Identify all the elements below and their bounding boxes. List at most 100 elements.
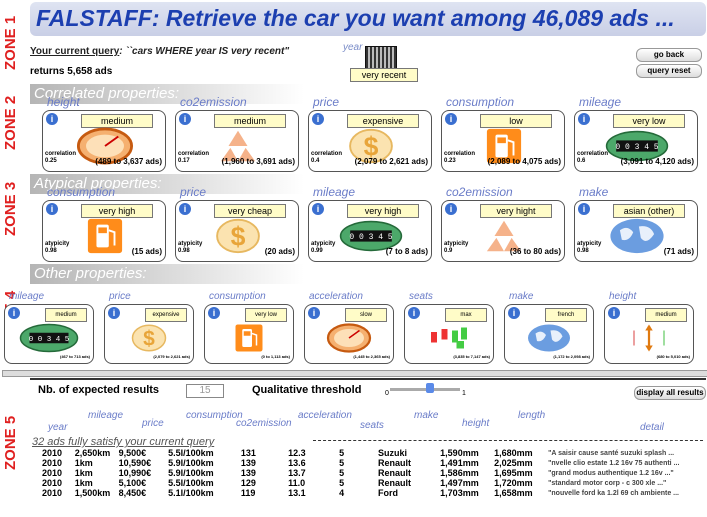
other-card-make[interactable]: make i french (1,172 to 2,098 ads) bbox=[504, 291, 594, 364]
info-icon[interactable]: i bbox=[108, 307, 120, 319]
other-value[interactable]: very low bbox=[245, 308, 287, 322]
column-header-acceleration[interactable]: acceleration bbox=[298, 410, 352, 421]
info-icon[interactable]: i bbox=[445, 203, 457, 215]
info-icon[interactable]: i bbox=[578, 203, 590, 215]
table-cell: 13.1 bbox=[288, 488, 306, 498]
display-all-button[interactable]: display all results bbox=[634, 386, 706, 400]
atypical-card-consumption[interactable]: consumption i very high atypicity 0.98 (1… bbox=[42, 185, 166, 262]
column-header-consumption[interactable]: consumption bbox=[186, 410, 243, 421]
table-row[interactable]: 2010 2,650km 9,500€ 5.5l/100km 131 12.3 5 Suzuk… bbox=[38, 448, 706, 458]
horizontal-scrollbar[interactable] bbox=[2, 370, 707, 377]
table-row[interactable]: 2010 1km 5,100€ 5.5l/100km 129 11.0 5 Renault 1,… bbox=[38, 478, 706, 488]
column-header-mileage[interactable]: mileage bbox=[88, 410, 123, 421]
atypical-value[interactable]: very high bbox=[347, 204, 419, 218]
atypical-card-make[interactable]: make i asian (other) atypicity 0.98 (71 a… bbox=[574, 185, 698, 262]
correlated-value[interactable]: medium bbox=[81, 114, 153, 128]
expected-results-label: Nb. of expected results bbox=[38, 384, 160, 396]
seats-icon bbox=[411, 323, 487, 358]
info-icon[interactable]: i bbox=[8, 307, 20, 319]
other-value[interactable]: french bbox=[545, 308, 587, 322]
correlated-card-height[interactable]: height i medium correlation 0.25 (489 to … bbox=[42, 95, 166, 172]
other-value[interactable]: medium bbox=[45, 308, 87, 322]
info-icon[interactable]: i bbox=[179, 203, 191, 215]
atypical-section: Atypical properties: consumption i very … bbox=[30, 174, 706, 264]
column-header-seats[interactable]: seats bbox=[360, 420, 384, 431]
other-card-seats[interactable]: seats i max (3,835 to 7,147 ads) bbox=[404, 291, 494, 364]
atypical-value[interactable]: very hight bbox=[480, 204, 552, 218]
stat-value: 0.99 bbox=[311, 248, 323, 254]
info-icon[interactable]: i bbox=[179, 113, 191, 125]
correlated-card-co2emission[interactable]: co2emission i medium correlation 0.17 (1,… bbox=[175, 95, 299, 172]
table-cell: 1,500km bbox=[74, 488, 111, 498]
dollar-icon: $ bbox=[206, 217, 270, 260]
slider-thumb[interactable] bbox=[426, 383, 434, 393]
other-value[interactable]: medium bbox=[645, 308, 687, 322]
table-cell: 2,650km bbox=[74, 448, 111, 458]
table-cell: 1,680mm bbox=[494, 448, 533, 458]
correlated-value[interactable]: low bbox=[480, 114, 552, 128]
atypical-value[interactable]: very cheap bbox=[214, 204, 286, 218]
correlated-value[interactable]: expensive bbox=[347, 114, 419, 128]
other-card-mileage[interactable]: mileage i medium 0 0 3 4 5 (467 to 713 a… bbox=[4, 291, 94, 364]
query-text: Your current query: ``cars WHERE year IS… bbox=[30, 46, 289, 57]
column-header-height[interactable]: height bbox=[462, 418, 489, 429]
info-icon[interactable]: i bbox=[46, 113, 58, 125]
atypical-stat: atypicity 0.98 bbox=[178, 241, 202, 255]
info-icon[interactable]: i bbox=[578, 113, 590, 125]
threshold-min: 0 bbox=[385, 390, 389, 397]
stat-label: correlation bbox=[178, 151, 210, 157]
column-header-price[interactable]: price bbox=[142, 418, 164, 429]
svg-text:0 0 3 4 5: 0 0 3 4 5 bbox=[29, 336, 70, 344]
atypical-card-mileage[interactable]: mileage i very high 0 0 3 4 5 atypicity 0… bbox=[308, 185, 432, 262]
year-value[interactable]: very recent bbox=[350, 68, 418, 82]
correlated-value[interactable]: medium bbox=[214, 114, 286, 128]
correlated-stat: correlation 0.4 bbox=[311, 151, 342, 165]
other-card-height[interactable]: height i medium (680 to 5,010 ads) bbox=[604, 291, 694, 364]
stat-value: 0.98 bbox=[178, 248, 190, 254]
column-header-make[interactable]: make bbox=[414, 410, 438, 421]
info-icon[interactable]: i bbox=[308, 307, 320, 319]
info-icon[interactable]: i bbox=[312, 203, 324, 215]
table-cell: 12.3 bbox=[288, 448, 306, 458]
other-value[interactable]: expensive bbox=[145, 308, 187, 322]
column-header-length[interactable]: length bbox=[518, 410, 545, 421]
correlated-card-consumption[interactable]: consumption i low correlation 0.23 (2,089… bbox=[441, 95, 565, 172]
column-header-co2emission[interactable]: co2emission bbox=[236, 418, 292, 429]
column-header-detail[interactable]: detail bbox=[640, 422, 664, 433]
query-reset-button[interactable]: query reset bbox=[636, 64, 702, 78]
table-row[interactable]: 2010 1km 10,590€ 5.9l/100km 139 13.6 5 Renault 1… bbox=[38, 458, 706, 468]
other-card-acceleration[interactable]: acceleration i slow (1,445 to 2,365 ads) bbox=[304, 291, 394, 364]
title-banner: FALSTAFF: Retrieve the car you want amon… bbox=[30, 2, 706, 36]
threshold-slider[interactable] bbox=[390, 383, 460, 393]
table-row[interactable]: 2010 1,500km 8,450€ 5.1l/100km 119 13.1 4 Ford 1… bbox=[38, 488, 706, 498]
atypical-value[interactable]: asian (other) bbox=[613, 204, 685, 218]
correlated-stat: correlation 0.6 bbox=[577, 151, 608, 165]
table-row[interactable]: 2010 1km 10,990€ 5.9l/100km 139 13.7 5 Renault 1… bbox=[38, 468, 706, 478]
go-back-button[interactable]: go back bbox=[636, 48, 702, 62]
info-icon[interactable]: i bbox=[608, 307, 620, 319]
atypical-value[interactable]: very high bbox=[81, 204, 153, 218]
stat-label: correlation bbox=[45, 151, 77, 157]
atypical-card-co2emission[interactable]: co2emission i very hight atypicity 0.9 (3… bbox=[441, 185, 565, 262]
other-card-price[interactable]: price i expensive $ (2,079 to 2,621 ads) bbox=[104, 291, 194, 364]
correlated-card-mileage[interactable]: mileage i very low 0 0 3 4 5 correlation… bbox=[574, 95, 698, 172]
info-icon[interactable]: i bbox=[208, 307, 220, 319]
table-cell: 1km bbox=[74, 468, 93, 478]
other-card-consumption[interactable]: consumption i very low (0 to 1,113 ads) bbox=[204, 291, 294, 364]
info-icon[interactable]: i bbox=[46, 203, 58, 215]
info-icon[interactable]: i bbox=[408, 307, 420, 319]
svg-text:$: $ bbox=[143, 328, 155, 351]
column-header-year[interactable]: year bbox=[48, 422, 67, 433]
stat-value: 0.98 bbox=[45, 248, 57, 254]
other-value[interactable]: max bbox=[445, 308, 487, 322]
table-cell: 5 bbox=[339, 478, 345, 488]
query-label: Your current query bbox=[30, 46, 120, 57]
correlated-card-price[interactable]: price i expensive $ correlation 0.4 (2,07… bbox=[308, 95, 432, 172]
info-icon[interactable]: i bbox=[508, 307, 520, 319]
info-icon[interactable]: i bbox=[312, 113, 324, 125]
atypical-card-price[interactable]: price i very cheap $ atypicity 0.98 (20 a… bbox=[175, 185, 299, 262]
correlated-value[interactable]: very low bbox=[613, 114, 685, 128]
expected-results-input[interactable]: 15 bbox=[186, 384, 224, 398]
info-icon[interactable]: i bbox=[445, 113, 457, 125]
other-value[interactable]: slow bbox=[345, 308, 387, 322]
